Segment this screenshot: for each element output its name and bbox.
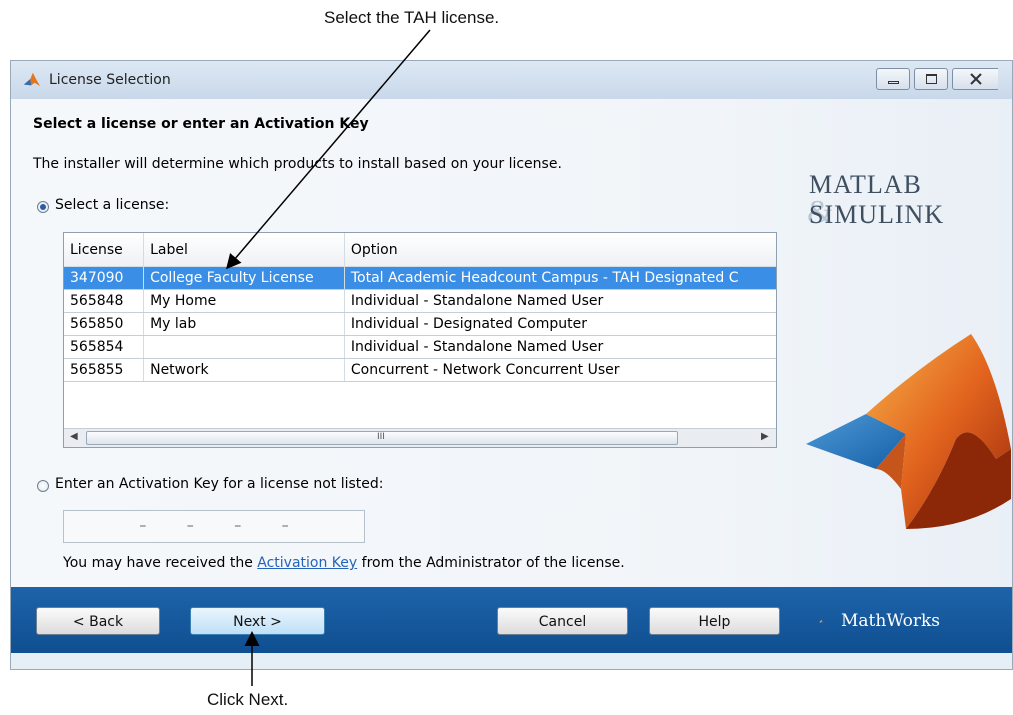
column-header-license[interactable]: License <box>64 233 145 267</box>
maximize-button[interactable] <box>914 68 948 90</box>
footer-bar: < Back Next > Cancel Help MathWorks <box>11 587 1012 653</box>
maximize-icon <box>926 74 937 84</box>
cell-label: My lab <box>143 312 345 336</box>
table-header-row: License Label Option <box>64 233 776 267</box>
table-row[interactable]: 565855 Network Concurrent - Network Conc… <box>64 358 776 382</box>
select-license-label[interactable]: Select a license: <box>55 197 169 213</box>
page-heading: Select a license or enter an Activation … <box>33 116 369 132</box>
cell-label: Network <box>143 358 345 382</box>
table-row[interactable]: 565854 Individual - Standalone Named Use… <box>64 335 776 359</box>
cell-option: Concurrent - Network Concurrent User <box>344 358 776 382</box>
note-suffix: from the Administrator of the license. <box>357 555 625 571</box>
cell-option: Individual - Standalone Named User <box>344 335 776 359</box>
mathworks-logo-icon <box>819 619 823 623</box>
matlab-logo-icon <box>23 72 41 87</box>
scroll-left-arrow-icon[interactable]: ◀ <box>70 431 78 442</box>
simulink-wordmark: SIMULINK <box>809 200 945 229</box>
select-license-radio[interactable] <box>37 201 49 213</box>
cell-label: My Home <box>143 289 345 313</box>
close-icon <box>970 73 982 85</box>
activation-note: You may have received the Activation Key… <box>63 555 625 571</box>
close-button[interactable] <box>952 68 998 90</box>
next-button[interactable]: Next > <box>190 607 325 635</box>
cancel-button[interactable]: Cancel <box>497 607 628 635</box>
minimize-icon <box>888 81 899 84</box>
cell-option: Individual - Designated Computer <box>344 312 776 336</box>
title-bar: License Selection <box>11 61 1012 100</box>
column-header-option[interactable]: Option <box>344 233 776 267</box>
license-table[interactable]: License Label Option 347090 College Facu… <box>63 232 777 448</box>
cell-option: Individual - Standalone Named User <box>344 289 776 313</box>
minimize-button[interactable] <box>876 68 910 90</box>
mathworks-wordmark: MathWorks <box>841 611 941 631</box>
activation-key-radio[interactable] <box>37 480 49 492</box>
scrollbar-grip: III <box>377 432 385 442</box>
cell-label: College Faculty License <box>143 266 345 290</box>
license-selection-window: License Selection Select a license or en… <box>10 60 1013 670</box>
content-area: Select a license or enter an Activation … <box>11 99 1012 587</box>
matlab-membrane-logo-icon <box>806 334 1011 529</box>
note-prefix: You may have received the <box>63 555 258 571</box>
table-row[interactable]: 565850 My lab Individual - Designated Co… <box>64 312 776 336</box>
matlab-wordmark: MATLAB <box>809 170 922 199</box>
scroll-right-arrow-icon[interactable]: ▶ <box>761 431 769 442</box>
activation-key-value: – – – – <box>139 518 289 534</box>
cell-option: Total Academic Headcount Campus - TAH De… <box>344 266 776 290</box>
cell-license: 347090 <box>64 266 145 290</box>
cell-license: 565848 <box>64 289 145 313</box>
window-title: License Selection <box>49 72 171 88</box>
back-button[interactable]: < Back <box>36 607 160 635</box>
cell-license: 565850 <box>64 312 145 336</box>
table-row[interactable]: 565848 My Home Individual - Standalone N… <box>64 289 776 313</box>
callout-select-tah: Select the TAH license. <box>324 8 500 27</box>
help-button[interactable]: Help <box>649 607 780 635</box>
scrollbar-thumb[interactable]: III <box>86 431 678 445</box>
cell-license: 565855 <box>64 358 145 382</box>
page-description: The installer will determine which produ… <box>33 156 562 172</box>
activation-key-input[interactable]: – – – – <box>63 510 365 543</box>
horizontal-scrollbar[interactable]: ◀ III ▶ <box>64 428 776 447</box>
table-row-selected[interactable]: 347090 College Faculty License Total Aca… <box>64 266 776 290</box>
cell-license: 565854 <box>64 335 145 359</box>
activation-key-label[interactable]: Enter an Activation Key for a license no… <box>55 476 384 492</box>
activation-key-link[interactable]: Activation Key <box>257 555 357 571</box>
callout-click-next: Click Next. <box>207 690 289 709</box>
column-header-label[interactable]: Label <box>143 233 345 267</box>
cell-label <box>143 335 345 359</box>
